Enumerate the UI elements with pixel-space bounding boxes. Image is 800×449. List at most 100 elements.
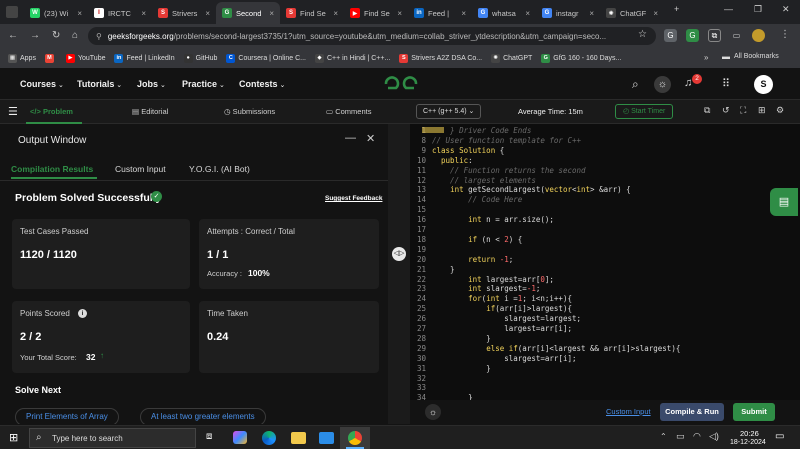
close-tab-icon[interactable]: ×: [269, 9, 274, 18]
apps-grid-icon[interactable]: ⠿: [722, 77, 730, 90]
reload-icon[interactable]: ↻: [52, 30, 60, 41]
bookmark-item[interactable]: ✺ ChatGPT: [491, 53, 532, 63]
back-icon[interactable]: ←: [8, 30, 18, 41]
code-line[interactable]: }: [432, 393, 473, 400]
chat-widget-icon[interactable]: ▤: [770, 188, 798, 216]
code-line[interactable]: int slargest=-1;: [432, 284, 540, 293]
compile-run-button[interactable]: Compile & Run: [660, 403, 724, 421]
close-panel-icon[interactable]: ✕: [366, 132, 375, 145]
gfg-logo[interactable]: [382, 74, 420, 94]
search-icon[interactable]: ⌕: [632, 77, 639, 92]
code-editor[interactable]: 1 } Driver Code Ends8// User function te…: [410, 124, 800, 400]
code-line[interactable]: } Driver Code Ends: [432, 126, 531, 135]
close-tab-icon[interactable]: ×: [141, 9, 146, 18]
tray-chevron-icon[interactable]: ⌃: [660, 432, 667, 441]
tab-comments[interactable]: ▭ Comments: [326, 107, 371, 116]
tab-custom-input[interactable]: Custom Input: [115, 164, 166, 174]
extension-gfg-icon[interactable]: G: [686, 29, 699, 42]
profile-menu-icon[interactable]: ▭: [730, 29, 743, 42]
suggest-feedback-link[interactable]: Suggest Feedback: [325, 195, 382, 202]
home-icon[interactable]: ⌂: [72, 30, 78, 41]
code-line[interactable]: return -1;: [432, 255, 513, 264]
resize-handle-icon[interactable]: ◁▷: [392, 247, 406, 261]
code-line[interactable]: }: [432, 334, 491, 343]
profile-avatar[interactable]: [752, 29, 765, 42]
nav-menu-courses[interactable]: Courses: [20, 79, 64, 89]
code-line[interactable]: int getSecondLargest(vector<int> &arr) {: [432, 185, 631, 194]
theme-toggle-icon[interactable]: ☼: [654, 76, 671, 93]
restore-icon[interactable]: ❐: [754, 4, 762, 15]
next-problem-chip[interactable]: Print Elements of Array: [15, 408, 119, 424]
copy-icon[interactable]: ⧉: [704, 105, 710, 116]
nav-menu-practice[interactable]: Practice: [182, 79, 225, 89]
code-line[interactable]: if(arr[i]>largest){: [432, 304, 572, 313]
fullscreen-icon[interactable]: ⛶: [740, 105, 746, 116]
minimize-panel-icon[interactable]: —: [345, 132, 356, 144]
file-explorer-icon[interactable]: [291, 432, 306, 444]
language-select[interactable]: C++ (g++ 5.4) ⌄: [416, 104, 482, 119]
info-icon[interactable]: i: [78, 309, 87, 318]
mail-icon[interactable]: [319, 432, 334, 444]
close-tab-icon[interactable]: ×: [397, 9, 402, 18]
close-tab-icon[interactable]: ×: [525, 9, 530, 18]
browser-menu-icon[interactable]: ⋮: [780, 29, 790, 40]
bookmark-item[interactable]: ▶ YouTube: [65, 53, 105, 63]
close-tab-icon[interactable]: ×: [461, 9, 466, 18]
browser-tab[interactable]: I IRCTC ×: [88, 2, 152, 24]
nav-menu-tutorials[interactable]: Tutorials: [77, 79, 122, 89]
bookmark-item[interactable]: S Strivers A2Z DSA Co...: [399, 53, 482, 63]
edge-icon[interactable]: [262, 431, 276, 445]
bookmark-item[interactable]: ▦ Apps: [8, 53, 36, 63]
chrome-taskbar-item[interactable]: [340, 427, 370, 449]
notifications-icon[interactable]: ▭: [775, 431, 784, 442]
bookmark-item[interactable]: G GfG 160 - 160 Days...: [541, 53, 621, 63]
layout-icon[interactable]: ⊞: [758, 105, 766, 116]
code-line[interactable]: // Code Here: [432, 195, 522, 204]
bookmark-item[interactable]: M: [44, 53, 57, 63]
theme-icon[interactable]: ☼: [425, 404, 441, 420]
tab-problem[interactable]: </> Problem: [30, 107, 73, 116]
code-line[interactable]: public:: [432, 156, 473, 165]
submit-button[interactable]: Submit: [733, 403, 775, 421]
copilot-icon[interactable]: [233, 431, 247, 444]
next-problem-chip[interactable]: At least two greater elements: [140, 408, 266, 424]
close-tab-icon[interactable]: ×: [653, 9, 658, 18]
windows-start-icon[interactable]: ⊞: [9, 431, 18, 444]
code-line[interactable]: slargest=arr[i];: [432, 354, 576, 363]
extensions-icon[interactable]: ⧉: [708, 29, 721, 42]
minimize-icon[interactable]: —: [724, 4, 733, 14]
browser-tab[interactable]: ✺ ChatGF ×: [600, 2, 664, 24]
bookmark-item[interactable]: ◆ C++ in Hindi | C++...: [315, 53, 390, 63]
hamburger-menu-icon[interactable]: ☰: [8, 105, 18, 118]
settings-icon[interactable]: ⚙: [776, 105, 784, 116]
close-tab-icon[interactable]: ×: [77, 9, 82, 18]
code-line[interactable]: }: [432, 364, 491, 373]
tab-submissions[interactable]: ◷ Submissions: [224, 107, 275, 116]
code-line[interactable]: // Function returns the second: [432, 166, 585, 175]
wifi-icon[interactable]: ◠: [693, 431, 701, 442]
tab-compilation-results[interactable]: Compilation Results: [11, 164, 93, 174]
tab-search-icon[interactable]: [6, 6, 18, 18]
reset-icon[interactable]: ↺: [722, 105, 730, 116]
extension-g-icon[interactable]: G: [664, 29, 677, 42]
nav-menu-jobs[interactable]: Jobs: [137, 79, 166, 89]
browser-tab[interactable]: ▶ Find Se ×: [344, 2, 408, 24]
clock-time[interactable]: 20:26: [740, 429, 759, 438]
clock-date[interactable]: 18-12-2024: [730, 439, 766, 446]
bell-icon[interactable]: ♫: [684, 77, 692, 89]
browser-tab[interactable]: G Second ×: [216, 2, 280, 24]
code-line[interactable]: else if(arr[i]<largest && arr[i]>slarges…: [432, 344, 680, 353]
user-avatar[interactable]: S: [754, 75, 773, 94]
bookmarks-overflow-icon[interactable]: »: [704, 53, 708, 62]
close-tab-icon[interactable]: ×: [333, 9, 338, 18]
custom-input-link[interactable]: Custom Input: [606, 407, 651, 416]
code-line[interactable]: largest=arr[i];: [432, 324, 572, 333]
browser-tab[interactable]: S Strivers ×: [152, 2, 216, 24]
code-line[interactable]: int n = arr.size();: [432, 215, 554, 224]
tab-yogi-ai-bot[interactable]: Y.O.G.I. (AI Bot): [189, 164, 250, 174]
bookmark-item[interactable]: in Feed | LinkedIn: [114, 53, 175, 63]
task-view-icon[interactable]: ⧈: [206, 431, 212, 442]
code-line[interactable]: slargest=largest;: [432, 314, 581, 323]
browser-tab[interactable]: Gwhatsa ×: [472, 2, 536, 24]
code-line[interactable]: for(int i =1; i<n;i++){: [432, 294, 572, 303]
